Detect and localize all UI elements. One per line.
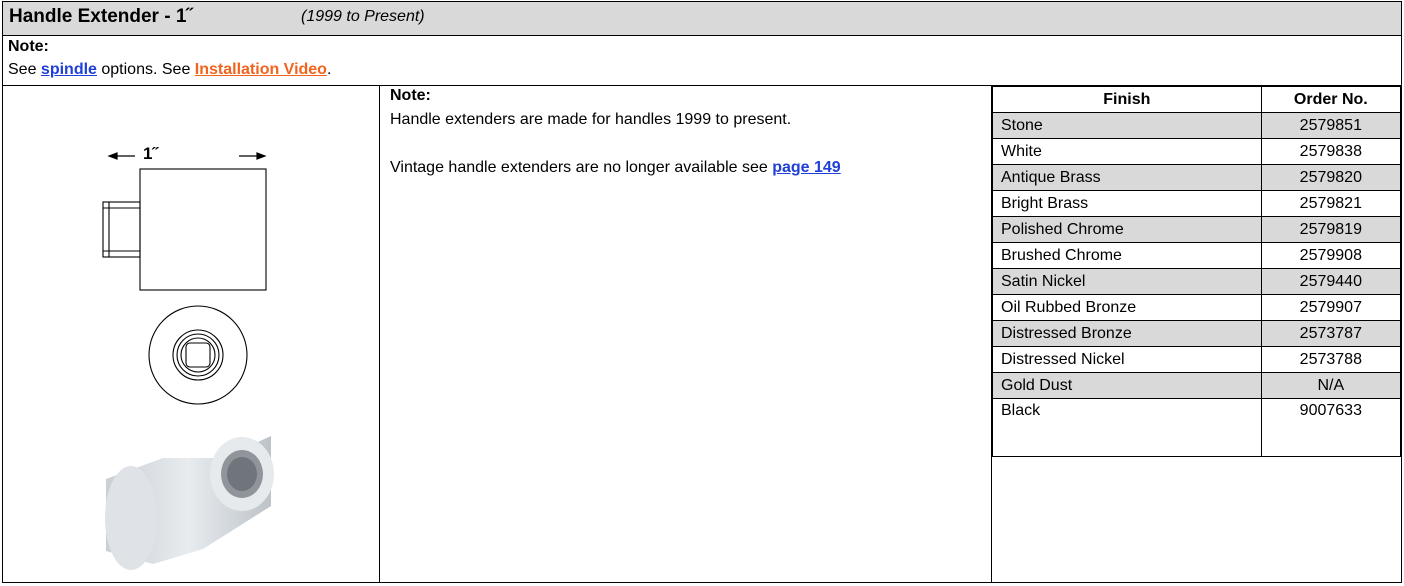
order-cell: 2573788 [1260,346,1402,373]
note-middle: options. See [96,61,195,78]
detail-note-text: Handle extenders are made for handles 19… [390,108,980,180]
end-view-drawing [148,305,248,405]
table-row: Gold Dust N/A [992,372,1402,399]
finish-cell: Gold Dust [992,372,1262,399]
finish-cell: Bright Brass [992,190,1262,217]
side-view-drawing [102,168,267,291]
table-row: Distressed Nickel 2573788 [992,346,1402,373]
finish-cell: Black [992,398,1262,457]
order-cell: 2579851 [1260,112,1402,139]
table-row: Oil Rubbed Bronze 2579907 [992,294,1402,321]
order-cell: 2579819 [1260,216,1402,243]
detail-note-prefix: Vintage handle extenders are no longer a… [390,159,773,176]
table-row: Brushed Chrome 2579908 [992,242,1402,269]
table-row: Polished Chrome 2579819 [992,216,1402,243]
order-cell: 9007633 [1260,398,1402,457]
finish-table: Finish Order No. Stone 2579851 White 25798… [992,86,1402,457]
table-row: Antique Brass 2579820 [992,164,1402,191]
finish-cell: Oil Rubbed Bronze [992,294,1262,321]
finish-cell: Satin Nickel [992,268,1262,295]
finish-cell: Stone [992,112,1262,139]
finish-cell: White [992,138,1262,165]
table-row: Black 9007633 [992,398,1402,457]
order-column-header: Order No. [1260,86,1402,113]
finish-cell: Brushed Chrome [992,242,1262,269]
order-cell: 2579838 [1260,138,1402,165]
extender-drawings [102,152,274,570]
page-149-link[interactable]: page 149 [772,159,840,176]
finish-cell: Distressed Nickel [992,346,1262,373]
dimension-label: 1˝ [143,144,159,163]
table-row: Distressed Bronze 2573787 [992,320,1402,347]
table-row: Stone 2579851 [992,112,1402,139]
product-date-range: (1999 to Present) [301,8,425,25]
product-image-panel: 1˝ [3,86,380,583]
detail-note-paragraph-1: Handle extenders are made for handles 19… [390,111,792,128]
note-label: Note: [8,38,49,55]
order-cell: 2579821 [1260,190,1402,217]
order-cell: N/A [1260,372,1402,399]
order-cell: 2579820 [1260,164,1402,191]
detail-note-label: Note: [390,87,431,104]
table-row: Bright Brass 2579821 [992,190,1402,217]
note-text: See spindle options. See Installation Vi… [8,61,331,79]
finish-cell: Distressed Bronze [992,320,1262,347]
detail-note-panel: Note: Handle extenders are made for hand… [380,86,992,583]
title-bar: Handle Extender - 1˝ (1999 to Present) [3,2,1401,36]
order-cell: 2573787 [1260,320,1402,347]
note-prefix: See [8,61,41,78]
order-cell: 2579907 [1260,294,1402,321]
finish-table-header: Finish Order No. [992,86,1402,113]
finish-cell: Antique Brass [992,164,1262,191]
detail-note-paragraph-2: Vintage handle extenders are no longer a… [390,156,980,180]
product-sheet: Handle Extender - 1˝ (1999 to Present) N… [2,1,1402,583]
dimension-arrows [107,152,267,160]
note-suffix: . [326,61,332,78]
installation-video-link[interactable]: Installation Video [195,61,327,78]
general-note: Note: See spindle options. See Installat… [3,36,1401,86]
order-cell: 2579440 [1260,268,1402,295]
product-render [105,436,274,570]
order-cell: 2579908 [1260,242,1402,269]
table-row: Satin Nickel 2579440 [992,268,1402,295]
table-row: White 2579838 [992,138,1402,165]
finish-column-header: Finish [992,86,1262,113]
spindle-link[interactable]: spindle [41,61,97,78]
finish-cell: Polished Chrome [992,216,1262,243]
product-title: Handle Extender - 1˝ [9,6,193,27]
